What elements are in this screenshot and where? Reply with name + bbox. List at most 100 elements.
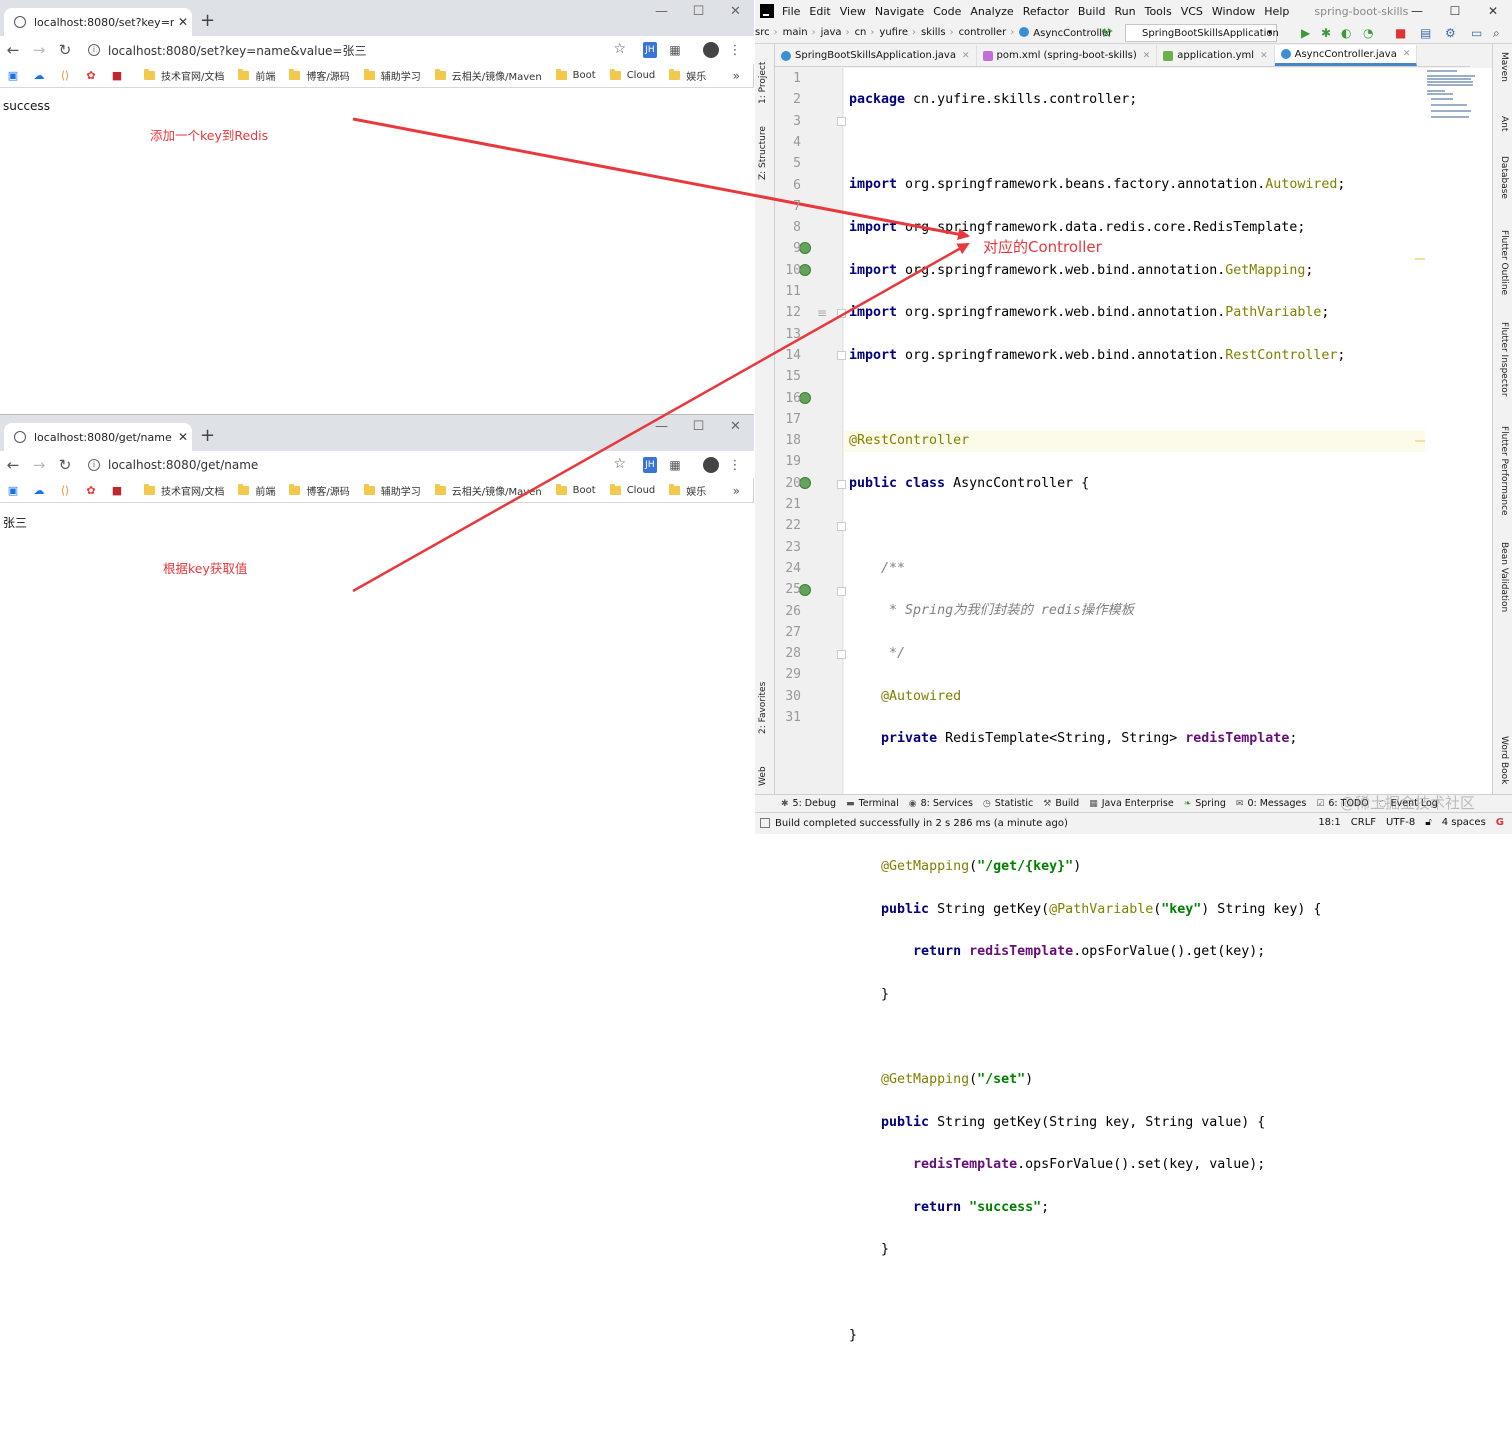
breadcrumb-item[interactable]: src: [755, 27, 770, 38]
coverage-icon[interactable]: ◐: [1341, 26, 1351, 40]
browser-tab[interactable]: localhost:8080/get/name ✕: [4, 423, 192, 451]
minimize-button[interactable]: —: [1398, 0, 1436, 22]
close-tab-icon[interactable]: ✕: [174, 15, 192, 29]
database-tool-button[interactable]: Database: [1499, 156, 1509, 199]
breadcrumb-item[interactable]: skills: [921, 27, 946, 38]
bookmark-folder[interactable]: 前端: [238, 483, 275, 498]
maximize-button[interactable]: ☐: [1436, 0, 1474, 22]
menu-navigate[interactable]: Navigate: [875, 5, 924, 18]
close-tab-icon[interactable]: ✕: [1260, 51, 1268, 61]
ant-tool-button[interactable]: Ant: [1499, 116, 1509, 131]
fold-marker[interactable]: [837, 309, 846, 318]
services-tool-tab[interactable]: ◉ 8: Services: [909, 798, 973, 809]
new-tab-button[interactable]: +: [200, 427, 215, 445]
maximize-button[interactable]: ☐: [680, 0, 717, 28]
bookmark-folder[interactable]: Cloud: [609, 484, 655, 496]
back-button[interactable]: ←: [0, 456, 26, 474]
close-window-button[interactable]: ✕: [1474, 0, 1512, 22]
search-icon[interactable]: ⌕: [1493, 26, 1500, 40]
jh-extension-icon[interactable]: JH: [643, 457, 657, 473]
breadcrumb-class[interactable]: AsyncController: [1019, 26, 1112, 39]
git-icon[interactable]: G: [1496, 817, 1504, 828]
menu-code[interactable]: Code: [933, 5, 961, 18]
project-tool-button[interactable]: 1: Project: [758, 62, 768, 104]
project-structure-icon[interactable]: ▤: [1420, 26, 1431, 40]
profile-icon[interactable]: ◔: [1363, 26, 1373, 40]
new-tab-button[interactable]: +: [200, 12, 215, 30]
browser-menu-icon[interactable]: ⋮: [729, 457, 742, 473]
breadcrumb-item[interactable]: yufire: [879, 27, 908, 38]
browser-tab[interactable]: localhost:8080/set?key=name ✕: [4, 8, 192, 36]
fold-marker[interactable]: [837, 650, 846, 659]
bookmark-folder[interactable]: Boot: [555, 484, 596, 496]
breadcrumb-item[interactable]: cn: [855, 27, 867, 38]
spring-tool-tab[interactable]: ❧ Spring: [1184, 798, 1226, 809]
word-book-tool-button[interactable]: Word Book: [1499, 736, 1509, 784]
bookmark-folder[interactable]: 云相关/镜像/Maven: [434, 68, 542, 83]
tab-pom-xml[interactable]: pom.xml (spring-boot-skills) ✕: [977, 45, 1158, 66]
web-tool-button[interactable]: Web: [758, 766, 768, 786]
calendar-bookmark-icon[interactable]: ▣: [0, 484, 26, 497]
jh-extension-icon[interactable]: JH: [643, 42, 657, 58]
maven-tool-button[interactable]: Maven: [1499, 52, 1509, 82]
code-bookmark-icon[interactable]: ⟨⟩: [52, 484, 78, 497]
favorites-tool-button[interactable]: 2: Favorites: [758, 682, 768, 734]
bookmark-folder[interactable]: 云相关/镜像/Maven: [434, 483, 542, 498]
info-icon[interactable]: i: [88, 44, 100, 56]
close-window-button[interactable]: ✕: [717, 0, 754, 28]
bookmark-folder[interactable]: 娱乐: [669, 483, 706, 498]
bookmark-star-icon[interactable]: ☆: [613, 41, 626, 57]
fold-marker[interactable]: [837, 522, 846, 531]
info-icon[interactable]: i: [88, 459, 100, 471]
java-enterprise-tool-tab[interactable]: ▦ Java Enterprise: [1089, 798, 1173, 809]
file-encoding[interactable]: UTF-8: [1386, 817, 1415, 828]
caret-position[interactable]: 18:1: [1318, 817, 1340, 828]
code-bookmark-icon[interactable]: ⟨⟩: [52, 69, 78, 82]
terminal-tool-tab[interactable]: ▬ Terminal: [846, 798, 899, 809]
messages-tool-tab[interactable]: ✉ 0: Messages: [1236, 798, 1306, 809]
menu-build[interactable]: Build: [1078, 5, 1106, 18]
run-configuration-select[interactable]: SpringBootSkillsApplication: [1125, 24, 1279, 42]
bookmark-folder[interactable]: Cloud: [609, 69, 655, 81]
bookmark-folder[interactable]: 博客/源码: [289, 68, 350, 83]
reload-button[interactable]: ↻: [52, 41, 78, 59]
menu-view[interactable]: View: [840, 5, 866, 18]
bookmark-folder[interactable]: 辅助学习: [363, 483, 421, 498]
huawei-bookmark-icon[interactable]: ✿: [78, 69, 104, 82]
tab-springbootskillsapplication[interactable]: SpringBootSkillsApplication.java ✕: [775, 45, 977, 66]
red-bookmark-icon[interactable]: ■: [104, 484, 130, 497]
tab-asynccontroller[interactable]: AsyncController.java ✕: [1274, 45, 1418, 66]
menu-run[interactable]: Run: [1115, 5, 1136, 18]
huawei-bookmark-icon[interactable]: ✿: [78, 484, 104, 497]
bookmark-folder[interactable]: 前端: [238, 68, 275, 83]
bookmark-folder[interactable]: 技术官网/文档: [144, 483, 224, 498]
menu-help[interactable]: Help: [1264, 5, 1289, 18]
build-tool-tab[interactable]: ⚒ Build: [1043, 798, 1079, 809]
status-panel-icon[interactable]: [760, 818, 770, 828]
close-tab-icon[interactable]: ✕: [962, 51, 970, 61]
breadcrumb-item[interactable]: main: [783, 27, 808, 38]
bookmark-folder[interactable]: Boot: [555, 69, 596, 81]
reload-button[interactable]: ↻: [52, 456, 78, 474]
bean-validation-tool-button[interactable]: Bean Validation: [1499, 542, 1509, 612]
structure-tool-button[interactable]: Z: Structure: [758, 126, 768, 180]
red-bookmark-icon[interactable]: ■: [104, 69, 130, 82]
menu-tools[interactable]: Tools: [1145, 5, 1172, 18]
profile-avatar[interactable]: [703, 42, 719, 58]
cloud-bookmark-icon[interactable]: ☁: [26, 484, 52, 497]
qr-extension-icon[interactable]: ▦: [668, 42, 682, 58]
address-bar[interactable]: i localhost:8080/set?key=name&value=张三 ☆: [82, 39, 632, 61]
fold-marker[interactable]: [837, 117, 846, 126]
forward-button[interactable]: →: [26, 41, 52, 59]
back-button[interactable]: ←: [0, 41, 26, 59]
menu-vcs[interactable]: VCS: [1181, 5, 1203, 18]
close-tab-icon[interactable]: ✕: [174, 430, 192, 444]
settings-icon[interactable]: ⚙: [1445, 26, 1456, 40]
indent-setting[interactable]: 4 spaces: [1442, 817, 1486, 828]
flutter-performance-tool-button[interactable]: Flutter Performance: [1499, 426, 1509, 516]
bookmark-star-icon[interactable]: ☆: [613, 456, 626, 472]
tab-application-yml[interactable]: application.yml ✕: [1157, 45, 1275, 66]
debug-tool-tab[interactable]: ✱ 5: Debug: [781, 798, 836, 809]
fold-marker[interactable]: [837, 587, 846, 596]
qr-extension-icon[interactable]: ▦: [668, 457, 682, 473]
